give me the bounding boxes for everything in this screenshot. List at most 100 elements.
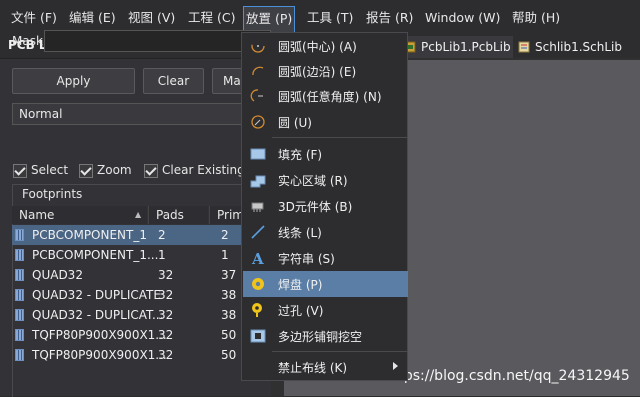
arc-any-angle-icon <box>250 89 263 102</box>
menu-item-label: 禁止布线 (K) <box>278 361 348 375</box>
menu-item-label: 圆弧(任意角度) (N) <box>278 90 382 104</box>
select-checkbox-label: Select <box>31 163 69 177</box>
mode-select[interactable]: Normal <box>12 103 271 125</box>
footprint-name: QUAD32 - DUPLICAT... <box>32 308 164 322</box>
menu-project[interactable]: 工程 (C) <box>188 8 235 28</box>
sort-ascending-icon: ▲ <box>135 210 142 219</box>
menu-tools[interactable]: 工具 (T) <box>307 8 353 28</box>
zoom-checkbox[interactable]: Zoom <box>79 161 132 179</box>
footprint-name: PCBCOMPONENT_1 <box>32 228 147 242</box>
table-row[interactable]: QUAD32 - DUPLICATE 32 38 <box>12 285 271 305</box>
place-menu-dropdown: 圆弧(中心) (A) 圆弧(边沿) (E) 圆弧(任意角度) (N) 圆 (U)… <box>241 32 408 381</box>
menu-item-label: 过孔 (V) <box>278 304 324 318</box>
footprint-primitives: 1 <box>221 248 229 262</box>
string-icon: A <box>251 250 264 266</box>
footprint-name: QUAD32 <box>32 268 83 282</box>
footprints-title: Footprints <box>22 187 83 201</box>
schematic-file-icon <box>518 41 530 53</box>
footprint-primitives: 38 <box>221 288 237 302</box>
footprint-pads: 32 <box>158 268 174 282</box>
menu-place[interactable]: 放置 (P) <box>243 6 296 33</box>
menu-item-line[interactable]: 线条 (L) <box>243 219 408 245</box>
menu-item-keepout[interactable]: 禁止布线 (K) <box>243 354 408 380</box>
tab-schlib[interactable]: Schlib1.SchLib <box>513 36 631 58</box>
footprint-icon <box>15 309 24 321</box>
menu-item-solid-region[interactable]: 实心区域 (R) <box>243 167 408 193</box>
menu-item-label: 多边形铺铜挖空 <box>278 330 363 344</box>
footprint-icon <box>15 269 24 281</box>
checkbox-checked-icon <box>13 163 27 178</box>
menu-edit[interactable]: 编辑 (E) <box>69 8 116 28</box>
select-checkbox[interactable]: Select <box>13 161 68 179</box>
footprint-name: QUAD32 - DUPLICATE <box>32 288 161 302</box>
footprint-icon <box>15 349 24 361</box>
footprint-primitives: 2 <box>221 228 229 242</box>
menu-item-pad[interactable]: 焊盘 (P) <box>243 271 408 297</box>
menu-item-label: 线条 (L) <box>278 226 322 240</box>
menu-item-string[interactable]: A 字符串 (S) <box>243 245 408 271</box>
menu-item-label: 圆弧(中心) (A) <box>278 40 357 54</box>
checkbox-checked-icon <box>79 163 93 178</box>
menu-item-arc-any-angle[interactable]: 圆弧(任意角度) (N) <box>243 83 408 109</box>
menu-separator <box>272 351 407 352</box>
clear-existing-checkbox[interactable]: Clear Existing <box>144 161 245 179</box>
table-row[interactable]: PCBCOMPONENT_1 2 2 <box>12 225 271 245</box>
menu-item-label: 填充 (F) <box>278 148 323 162</box>
3d-body-icon <box>251 202 264 212</box>
arc-center-icon <box>251 39 265 53</box>
table-row[interactable]: TQFP80P900X900X1... 32 50 <box>12 325 271 345</box>
menu-item-label: 圆弧(边沿) (E) <box>278 65 357 79</box>
menu-item-label: 焊盘 (P) <box>278 278 323 292</box>
menu-item-label: 字符串 (S) <box>278 252 335 266</box>
menu-item-via[interactable]: 过孔 (V) <box>243 297 408 323</box>
solid-region-icon <box>250 175 266 188</box>
column-header-name[interactable]: Name ▲ <box>12 206 147 224</box>
menu-item-arc-center[interactable]: 圆弧(中心) (A) <box>243 33 408 59</box>
tab-schlib-label: Schlib1.SchLib <box>535 40 623 54</box>
table-row[interactable]: TQFP80P900X900X1... 32 50 <box>12 345 271 365</box>
footprint-name: PCBCOMPONENT_1... <box>32 248 159 262</box>
submenu-arrow-icon <box>393 362 398 370</box>
table-row[interactable]: QUAD32 32 37 <box>12 265 271 285</box>
menu-reports[interactable]: 报告 (R) <box>366 8 413 28</box>
svg-text:A: A <box>251 250 264 266</box>
footprint-pads: 32 <box>158 288 174 302</box>
footprint-pads: 32 <box>158 348 174 362</box>
menu-item-circle[interactable]: 圆 (U) <box>243 109 408 135</box>
footprint-icon <box>15 329 24 341</box>
apply-button[interactable]: Apply <box>12 68 135 94</box>
arc-edge-icon <box>252 66 264 76</box>
menu-item-fill[interactable]: 填充 (F) <box>243 141 408 167</box>
checkbox-checked-icon <box>144 163 158 178</box>
footprint-primitives: 38 <box>221 308 237 322</box>
clear-button[interactable]: Clear <box>143 68 204 94</box>
footprint-pads: 2 <box>158 228 166 242</box>
polygon-cutout-icon <box>250 329 266 343</box>
menu-view[interactable]: 视图 (V) <box>128 8 175 28</box>
footprint-name: TQFP80P900X900X1... <box>32 328 167 342</box>
footprint-icon <box>15 289 24 301</box>
menu-window[interactable]: Window (W) <box>425 8 500 28</box>
column-header-pads[interactable]: Pads <box>148 206 208 224</box>
menu-item-polygon-cutout[interactable]: 多边形铺铜挖空 <box>243 323 408 349</box>
footprint-primitives: 50 <box>221 348 237 362</box>
table-row[interactable]: QUAD32 - DUPLICAT... 32 38 <box>12 305 271 325</box>
menu-item-label: 圆 (U) <box>278 116 312 130</box>
circle-icon <box>251 115 265 129</box>
menu-help[interactable]: 帮助 (H) <box>512 8 560 28</box>
footprint-icon <box>15 229 24 241</box>
fill-icon <box>250 148 266 160</box>
menu-item-3d-body[interactable]: 3D元件体 (B) <box>243 193 408 219</box>
mask-input[interactable] <box>44 30 271 52</box>
watermark-text: https://blog.csdn.net/qq_24312945 <box>384 368 630 384</box>
menu-item-arc-edge[interactable]: 圆弧(边沿) (E) <box>243 58 408 84</box>
menu-separator <box>272 137 407 138</box>
table-row[interactable]: PCBCOMPONENT_1... 1 1 <box>12 245 271 265</box>
footprint-name: TQFP80P900X900X1... <box>32 348 167 362</box>
clear-existing-checkbox-label: Clear Existing <box>162 163 245 177</box>
footprint-primitives: 50 <box>221 328 237 342</box>
tab-pcblib[interactable]: PcbLib1.PcbLib * <box>399 36 529 58</box>
tab-pcblib-label: PcbLib1.PcbLib * <box>421 40 521 54</box>
menu-file[interactable]: 文件 (F) <box>11 8 57 28</box>
mask-label: Mask <box>12 34 43 48</box>
